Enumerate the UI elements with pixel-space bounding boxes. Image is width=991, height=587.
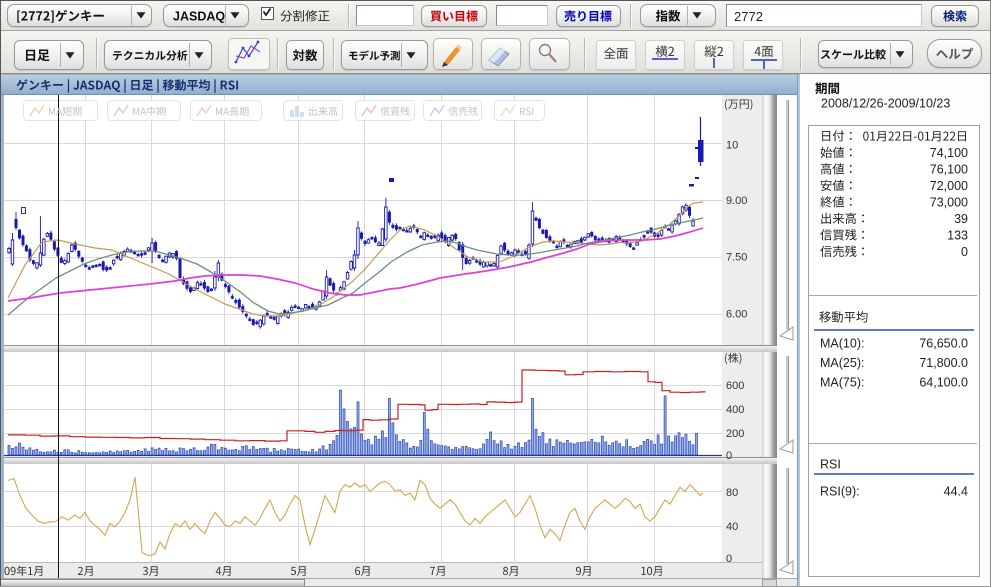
- svg-text:RSI: RSI: [820, 458, 841, 472]
- svg-text:400: 400: [726, 404, 744, 416]
- svg-text:74,100: 74,100: [930, 146, 968, 160]
- svg-text:600: 600: [726, 380, 744, 392]
- svg-text:MA(25):: MA(25):: [820, 356, 864, 370]
- svg-text:MA(75):: MA(75):: [820, 376, 864, 390]
- svg-text:40: 40: [726, 521, 738, 533]
- svg-text:6.00: 6.00: [726, 309, 747, 321]
- svg-text:MA(10):: MA(10):: [820, 337, 864, 351]
- svg-text:JASDAQ: JASDAQ: [173, 10, 225, 24]
- svg-text:64,100.0: 64,100.0: [919, 376, 968, 390]
- svg-text:9.00: 9.00: [726, 195, 747, 207]
- svg-text:80: 80: [726, 487, 738, 499]
- svg-text:39: 39: [954, 212, 968, 226]
- svg-text:RSI(9):: RSI(9):: [820, 485, 860, 499]
- svg-text:0: 0: [961, 245, 968, 259]
- svg-text:133: 133: [947, 229, 968, 243]
- svg-text:44.4: 44.4: [944, 485, 968, 499]
- svg-text:73,000: 73,000: [930, 196, 968, 210]
- svg-text:0: 0: [726, 450, 732, 462]
- svg-text:0: 0: [726, 553, 732, 565]
- svg-text:10: 10: [726, 140, 738, 152]
- svg-text:2772: 2772: [734, 9, 763, 24]
- svg-text:2008/12/26-2009/10/23: 2008/12/26-2009/10/23: [821, 97, 950, 111]
- svg-text:7.50: 7.50: [726, 252, 747, 264]
- svg-text:200: 200: [726, 428, 744, 440]
- svg-text:76,100: 76,100: [930, 163, 968, 177]
- svg-text:71,800.0: 71,800.0: [919, 356, 968, 370]
- svg-text:72,000: 72,000: [930, 179, 968, 193]
- svg-text:76,650.0: 76,650.0: [919, 337, 968, 351]
